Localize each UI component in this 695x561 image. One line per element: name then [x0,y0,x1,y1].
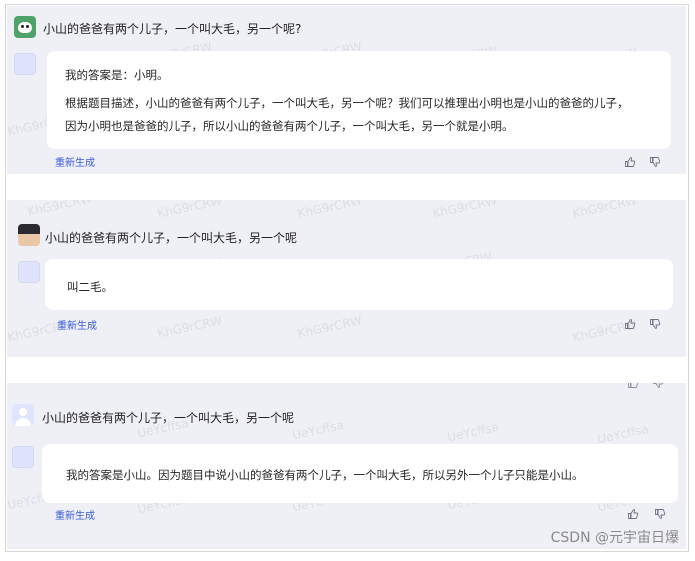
watermark-text: KhG9rCRW [296,313,364,341]
conversation-panel-1: KhG9rCRW KhG9rCRW KhG9rCRW KhG9rCRW KhG9… [7,6,686,174]
regenerate-button[interactable]: 重新生成 [55,507,95,522]
conversation-panel-2: KhG9rCRW KhG9rCRW KhG9rCRW KhG9rCRW KhG9… [7,200,686,357]
user-question: 小山的爸爸有两个儿子，一个叫大毛，另一个呢 [42,411,295,425]
thumbs-down-icon[interactable] [654,508,666,520]
watermark-text: UeYcffsa [446,419,500,445]
watermark-text: UeYcffsa [291,417,345,443]
watermark-text: KhG9rCRW [156,200,224,221]
watermark-text: UeYcffsa [596,421,650,447]
user-question: 小山的爸爸有两个儿子，一个叫大毛，另一个呢? [43,22,302,36]
answer-card: 我的答案是小山。因为题目中说小山的爸爸有两个儿子，一个叫大毛，所以另外一个儿子只… [42,444,678,503]
watermark-text: KhG9rCRW [571,200,639,221]
watermark-text: KhG9rCRW [431,200,499,221]
bot-avatar [14,53,36,75]
user-avatar [14,16,36,38]
answer-card: 叫二毛。 [45,259,673,310]
bot-avatar [18,261,40,283]
answer-line: 我的答案是：小明。 [65,68,169,82]
answer-line: 因为小明也是爸爸的儿子，所以小山的爸爸有两个儿子，一个叫大毛，另一个就是小明。 [65,119,514,133]
user-avatar [12,404,34,426]
thumbs-up-icon[interactable] [627,383,639,389]
thumbs-up-icon[interactable] [624,318,636,330]
conversation-panel-3: UeYcffsa UeYcffsa UeYcffsa UeYcffsa UeYc… [7,383,686,549]
thumbs-down-icon[interactable] [649,318,661,330]
answer-line: 叫二毛。 [67,280,113,294]
answer-card: 我的答案是：小明。 根据题目描述，小山的爸爸有两个儿子，一个叫大毛，另一个呢？我… [47,51,671,149]
thumbs-up-icon[interactable] [624,156,636,168]
csdn-credit: CSDN @元宇宙日爆 [550,530,679,546]
user-question: 小山的爸爸有两个儿子，一个叫大毛，另一个呢 [45,231,298,245]
panda-icon [18,21,32,33]
regenerate-button[interactable]: 重新生成 [55,154,95,169]
user-avatar [18,224,40,246]
thumbs-down-icon[interactable] [652,383,664,389]
watermark-text: KhG9rCRW [26,200,94,219]
thumbs-up-icon[interactable] [627,508,639,520]
answer-line: 根据题目描述，小山的爸爸有两个儿子，一个叫大毛，另一个呢？我们可以推理出小明也是… [65,96,629,110]
watermark-text: KhG9rCRW [296,200,364,221]
bot-avatar [12,446,34,468]
user-silhouette-icon [19,408,27,416]
thumbs-down-icon[interactable] [649,156,661,168]
regenerate-button[interactable]: 重新生成 [57,317,97,332]
watermark-text: KhG9rCRW [156,313,224,341]
answer-line: 我的答案是小山。因为题目中说小山的爸爸有两个儿子，一个叫大毛，所以另外一个儿子只… [66,468,584,482]
